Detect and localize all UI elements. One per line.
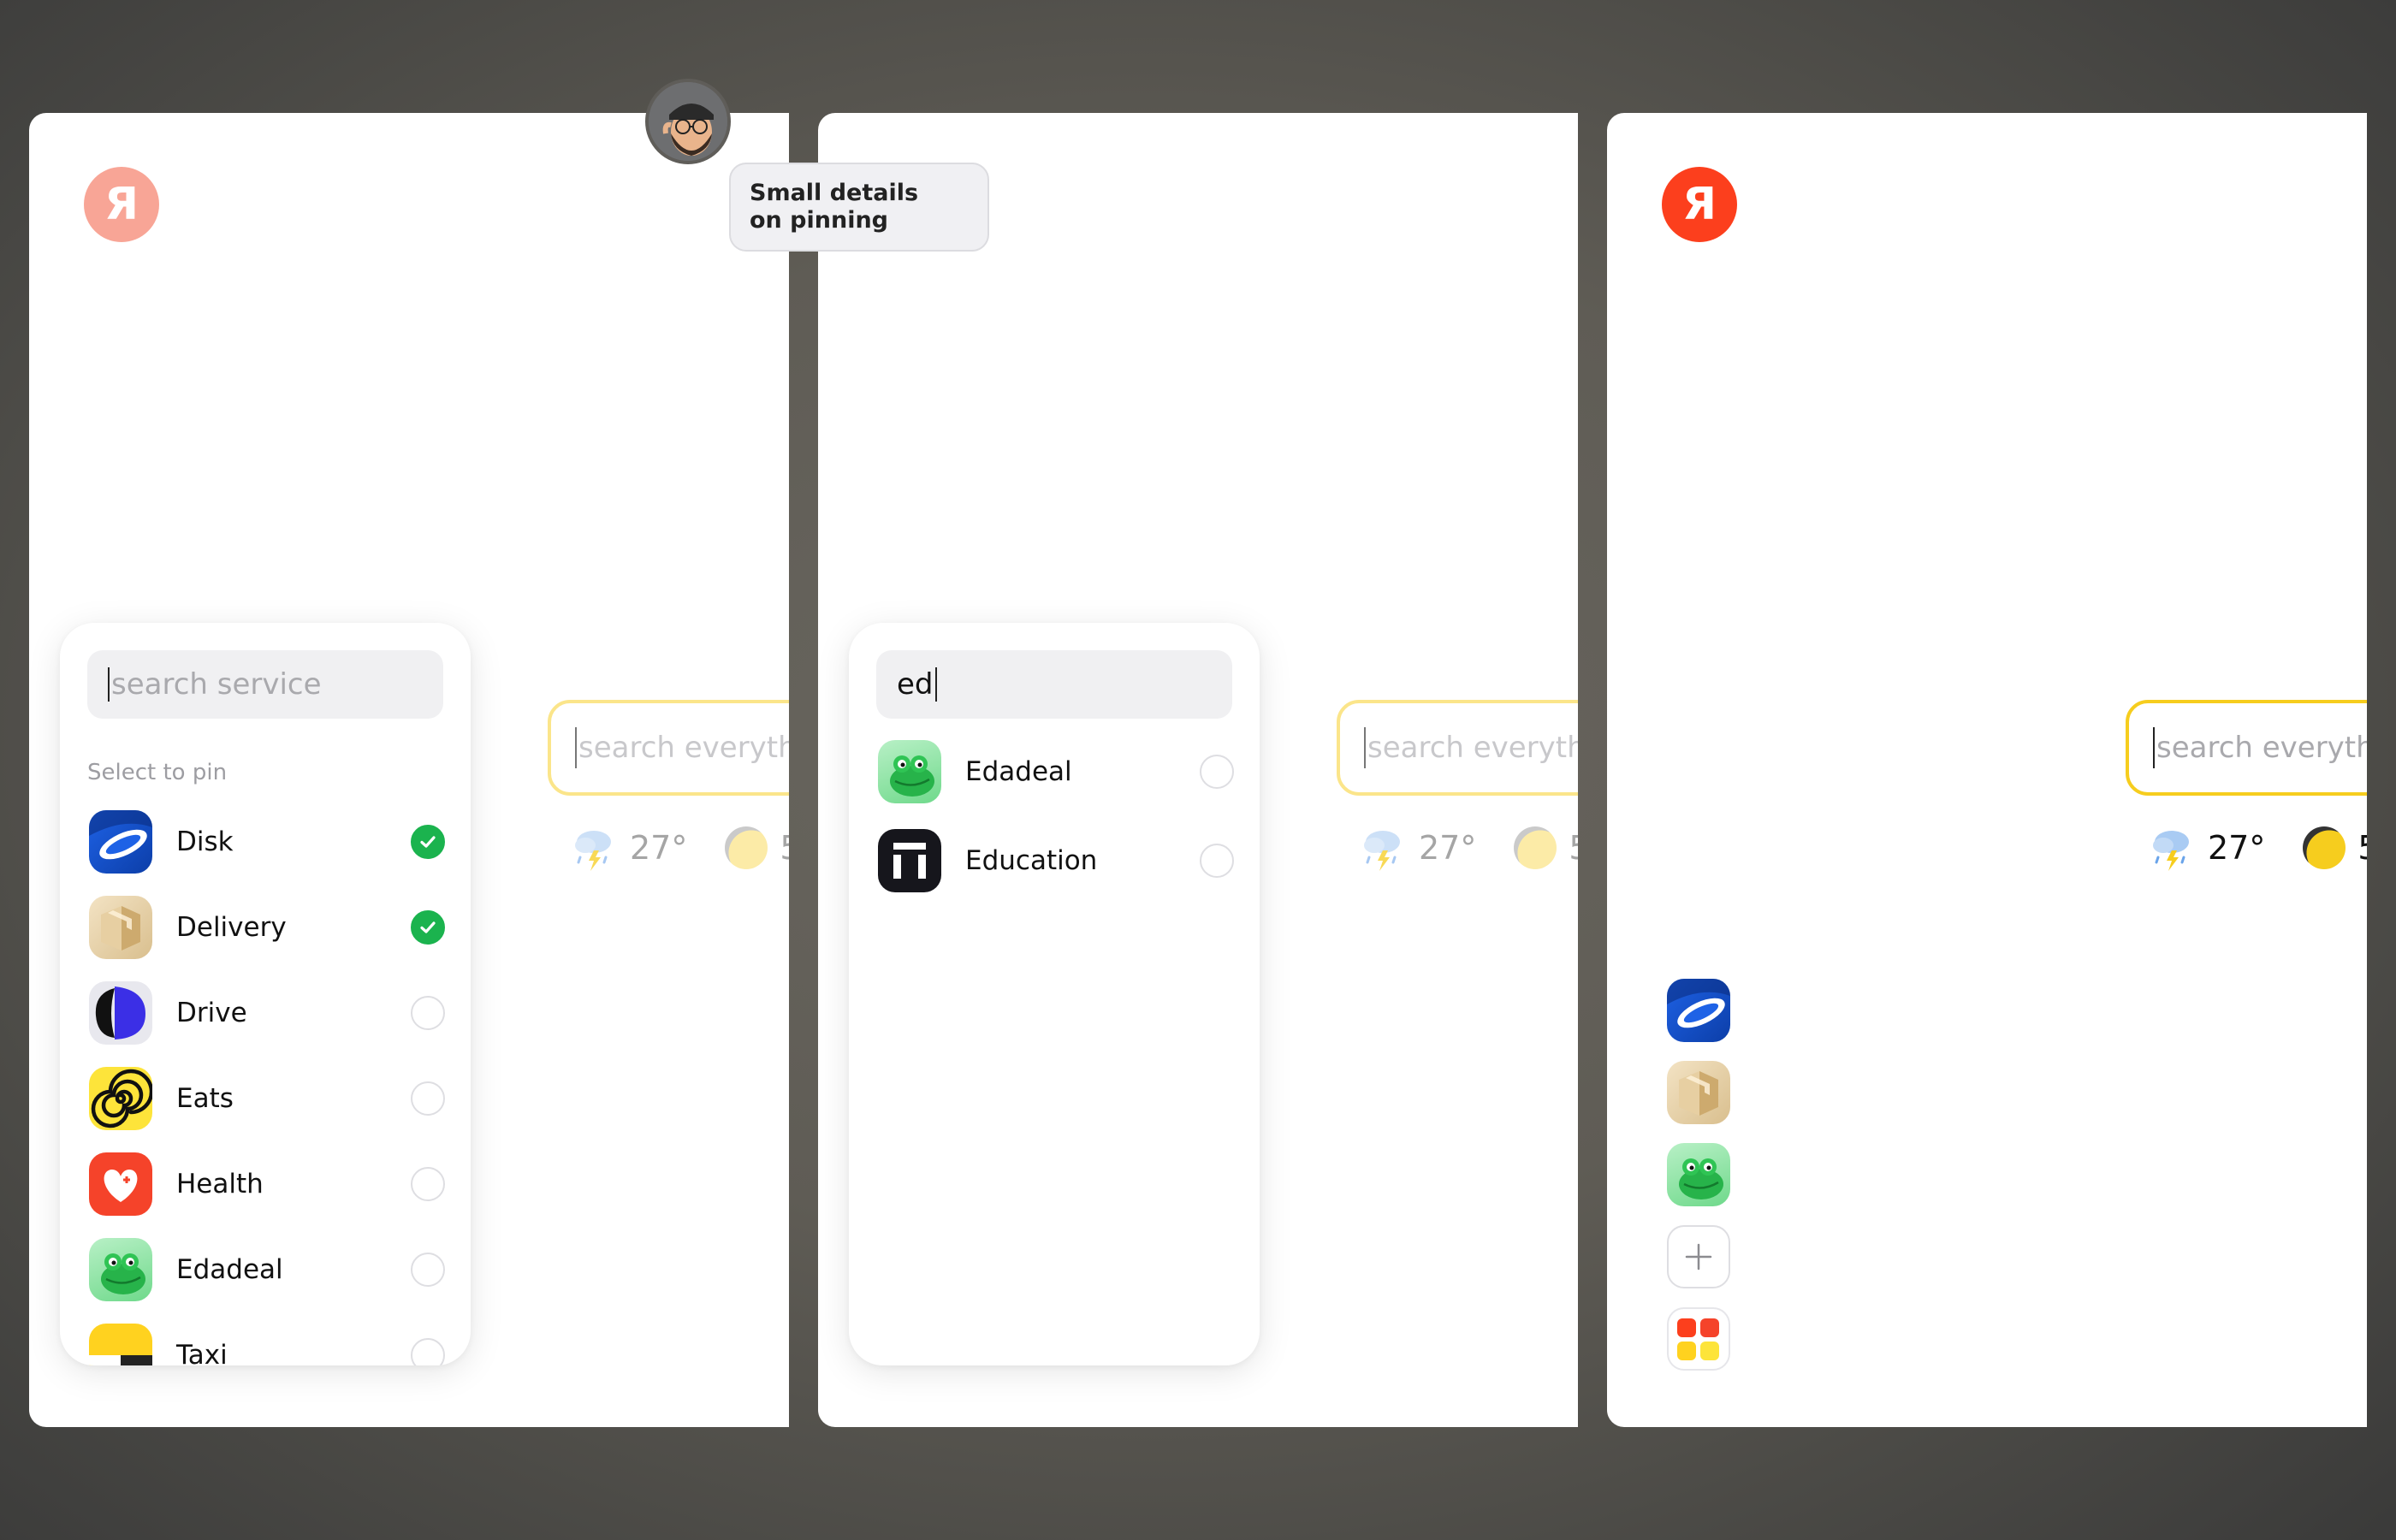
select-to-pin-label: Select to pin [87, 760, 228, 785]
pinned-disk-icon[interactable] [1667, 979, 1730, 1042]
commenter-avatar[interactable] [645, 79, 731, 164]
pin-checkbox[interactable] [411, 1338, 445, 1365]
comment-bubble: Small details on pinning [729, 163, 989, 252]
temperature: 27° [2208, 829, 2266, 867]
text-caret [1364, 727, 1366, 768]
drive-icon [89, 981, 152, 1045]
moon-icon [725, 826, 768, 869]
service-search-input[interactable]: search service [87, 650, 443, 719]
service-row-health[interactable]: Health [89, 1152, 448, 1217]
pin-checkbox[interactable] [411, 825, 445, 859]
delivery-icon [89, 896, 152, 959]
weather-second-value: 5 [2357, 829, 2367, 867]
main-search-placeholder: search everythi [1367, 731, 1578, 765]
yandex-logo: Я [84, 167, 159, 242]
service-name: Delivery [176, 912, 287, 943]
main-search-input[interactable]: search everythi [1337, 700, 1578, 796]
comment-text-line2: on pinning [750, 207, 888, 234]
pinned-delivery-icon[interactable] [1667, 1061, 1730, 1124]
eats-icon [89, 1067, 152, 1130]
service-row-delivery[interactable]: Delivery [89, 895, 448, 960]
service-row-taxi[interactable]: Taxi [89, 1323, 448, 1365]
moon-icon [2303, 826, 2346, 869]
service-row-disk[interactable]: Disk [89, 809, 448, 874]
pin-checkbox[interactable] [1200, 755, 1234, 789]
service-name: Drive [176, 998, 247, 1028]
main-search-input[interactable]: search everythi [2126, 700, 2367, 796]
panel-initial: Я search service Select to pin Disk Deli… [29, 113, 789, 1427]
service-name: Education [965, 845, 1098, 876]
service-name: Health [176, 1169, 264, 1199]
pin-checkbox[interactable] [1200, 844, 1234, 878]
service-name: Disk [176, 826, 234, 857]
education-icon [878, 829, 941, 892]
yandex-logo[interactable]: Я [1662, 167, 1737, 242]
text-caret [2153, 727, 2155, 768]
edadeal-icon [89, 1238, 152, 1301]
service-search-placeholder: search service [111, 667, 322, 702]
moon-icon [1514, 826, 1557, 869]
service-name: Taxi [176, 1340, 228, 1365]
service-search-query: ed [897, 667, 934, 702]
service-row-eats[interactable]: Eats [89, 1066, 448, 1131]
service-name: Edadeal [965, 756, 1072, 787]
pin-checkbox[interactable] [411, 1081, 445, 1116]
pin-checkbox[interactable] [411, 996, 445, 1030]
pin-checkbox[interactable] [411, 1167, 445, 1201]
text-caret [108, 667, 110, 702]
service-row-drive[interactable]: Drive [89, 980, 448, 1045]
service-name: Edadeal [176, 1254, 283, 1285]
add-pin-button[interactable] [1667, 1225, 1730, 1288]
service-row-education[interactable]: Education [878, 828, 1237, 893]
pin-checkbox[interactable] [411, 910, 445, 945]
taxi-icon [89, 1324, 152, 1365]
service-row-edadeal[interactable]: Edadeal [878, 739, 1237, 804]
temperature: 27° [1419, 829, 1477, 867]
pinned-edadeal-icon[interactable] [1667, 1143, 1730, 1206]
panel-filtered: ed Edadeal Education search everythi 27°… [818, 113, 1578, 1427]
thunderstorm-icon [2153, 831, 2189, 871]
disk-icon [89, 810, 152, 874]
main-search-placeholder: search everythi [578, 731, 789, 765]
weather-second-value: 5 [1569, 829, 1578, 867]
service-picker: ed Edadeal Education [849, 623, 1260, 1365]
edadeal-icon [878, 740, 941, 803]
temperature: 27° [630, 829, 688, 867]
plus-icon [1685, 1243, 1712, 1270]
thunderstorm-icon [575, 831, 611, 871]
main-search-placeholder: search everythi [2156, 731, 2367, 765]
main-search-input[interactable]: search everythi [548, 700, 789, 796]
weather-second-value: 5 [780, 829, 789, 867]
all-services-grid-icon[interactable] [1667, 1307, 1730, 1371]
comment-text-line1: Small details [750, 180, 919, 206]
service-picker: search service Select to pin Disk Delive… [60, 623, 471, 1365]
pin-checkbox[interactable] [411, 1253, 445, 1287]
thunderstorm-icon [1364, 831, 1400, 871]
text-caret [934, 667, 937, 702]
weather-widget[interactable]: 27° 5 [2146, 823, 2367, 873]
text-caret [575, 727, 577, 768]
service-row-edadeal[interactable]: Edadeal [89, 1237, 448, 1302]
health-icon [89, 1152, 152, 1216]
service-name: Eats [176, 1083, 234, 1114]
weather-widget[interactable]: 27° 5 [1357, 823, 1578, 873]
service-search-input[interactable]: ed [876, 650, 1232, 719]
weather-widget[interactable]: 27° 5 [568, 823, 789, 873]
panel-pinned: Я search everythi 27° 5 [1607, 113, 2367, 1427]
